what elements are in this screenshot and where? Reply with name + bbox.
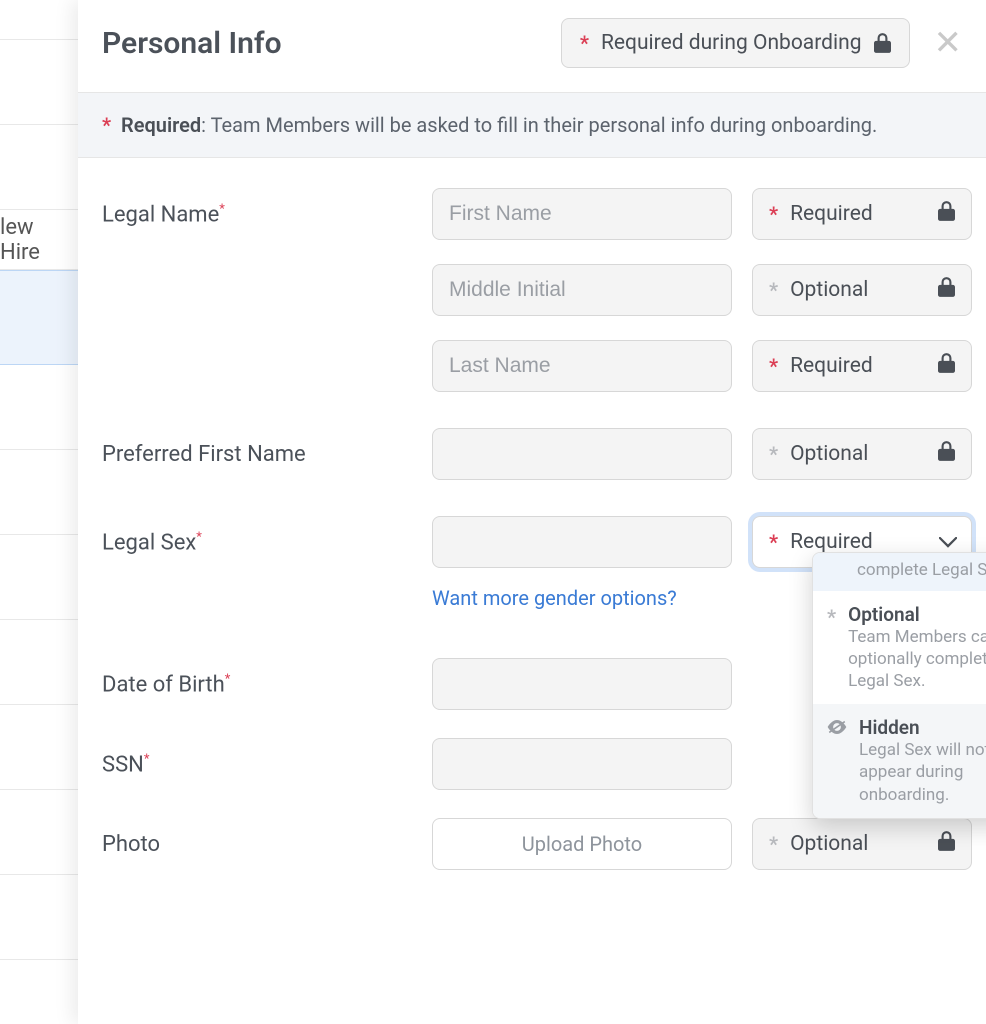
label-dob: Date of Birth* (102, 658, 412, 697)
sidebar-row (0, 620, 82, 705)
lock-icon (938, 353, 955, 373)
background-sidebar: lew Hire (0, 0, 82, 1024)
sidebar-row (0, 365, 82, 450)
lock-icon (874, 33, 891, 53)
label-legal-sex: Legal Sex* (102, 516, 412, 555)
row-photo: Photo Upload Photo * Optional (102, 818, 962, 870)
asterisk-icon: * (769, 278, 778, 302)
header-actions: * Required during Onboarding ✕ (561, 18, 962, 68)
modal-panel: Personal Info * Required during Onboardi… (78, 0, 986, 1024)
sidebar-row (0, 875, 82, 960)
lock-icon (938, 831, 955, 851)
preferred-first-status[interactable]: * Optional (752, 428, 972, 480)
legal-sex-input[interactable] (432, 516, 732, 568)
row-preferred-first-name: Preferred First Name * Optional (102, 428, 962, 480)
asterisk-icon: * (580, 31, 589, 55)
asterisk-icon: * (769, 832, 778, 856)
onboarding-status-chip[interactable]: * Required during Onboarding (561, 18, 910, 68)
lock-icon (938, 277, 955, 297)
label-preferred-first: Preferred First Name (102, 428, 412, 467)
more-gender-options-link[interactable]: Want more gender options? (432, 586, 732, 610)
label-legal-name: Legal Name* (102, 188, 412, 227)
sidebar-row-new-hire[interactable]: lew Hire (0, 210, 82, 270)
sidebar-row (0, 450, 82, 535)
sidebar-row (0, 0, 82, 40)
dropdown-option-required-partial[interactable]: complete Legal Sex. (813, 553, 986, 591)
chip-label: Required during Onboarding (601, 31, 862, 55)
middle-initial-input[interactable] (432, 264, 732, 316)
asterisk-icon: * (769, 530, 778, 554)
dob-input[interactable] (432, 658, 732, 710)
asterisk-icon: * (769, 202, 778, 226)
lock-icon (938, 201, 955, 221)
sidebar-row (0, 125, 82, 210)
last-name-input[interactable] (432, 340, 732, 392)
asterisk-icon: * (102, 113, 111, 137)
asterisk-icon: * (827, 605, 836, 629)
last-name-status[interactable]: * Required (752, 340, 972, 392)
sidebar-row (0, 790, 82, 875)
sidebar-row-selected[interactable] (0, 270, 82, 365)
row-middle-initial: * Optional (102, 264, 962, 316)
first-name-input[interactable] (432, 188, 732, 240)
photo-status[interactable]: * Optional (752, 818, 972, 870)
label-ssn: SSN* (102, 738, 412, 777)
close-button[interactable]: ✕ (934, 26, 963, 60)
page-title: Personal Info (102, 26, 282, 61)
asterisk-icon: * (769, 442, 778, 466)
status-dropdown: complete Legal Sex. * Optional Team Memb… (812, 552, 986, 819)
sidebar-row (0, 535, 82, 620)
label-photo: Photo (102, 818, 412, 857)
modal-header: Personal Info * Required during Onboardi… (78, 0, 986, 93)
row-legal-first-name: Legal Name* * Required (102, 188, 962, 240)
eye-off-icon (827, 720, 847, 734)
dropdown-option-hidden[interactable]: Hidden Legal Sex will not appear during … (813, 704, 986, 817)
dropdown-option-optional[interactable]: * Optional Team Members can optionally c… (813, 591, 986, 704)
ssn-input[interactable] (432, 738, 732, 790)
middle-initial-status[interactable]: * Optional (752, 264, 972, 316)
info-banner: * Required: Team Members will be asked t… (78, 93, 986, 158)
asterisk-icon: * (769, 354, 778, 378)
row-last-name: * Required (102, 340, 962, 392)
upload-photo-button[interactable]: Upload Photo (432, 818, 732, 870)
lock-icon (938, 441, 955, 461)
first-name-status[interactable]: * Required (752, 188, 972, 240)
sidebar-row (0, 705, 82, 790)
sidebar-row (0, 40, 82, 125)
chevron-down-icon (939, 537, 957, 548)
preferred-first-name-input[interactable] (432, 428, 732, 480)
